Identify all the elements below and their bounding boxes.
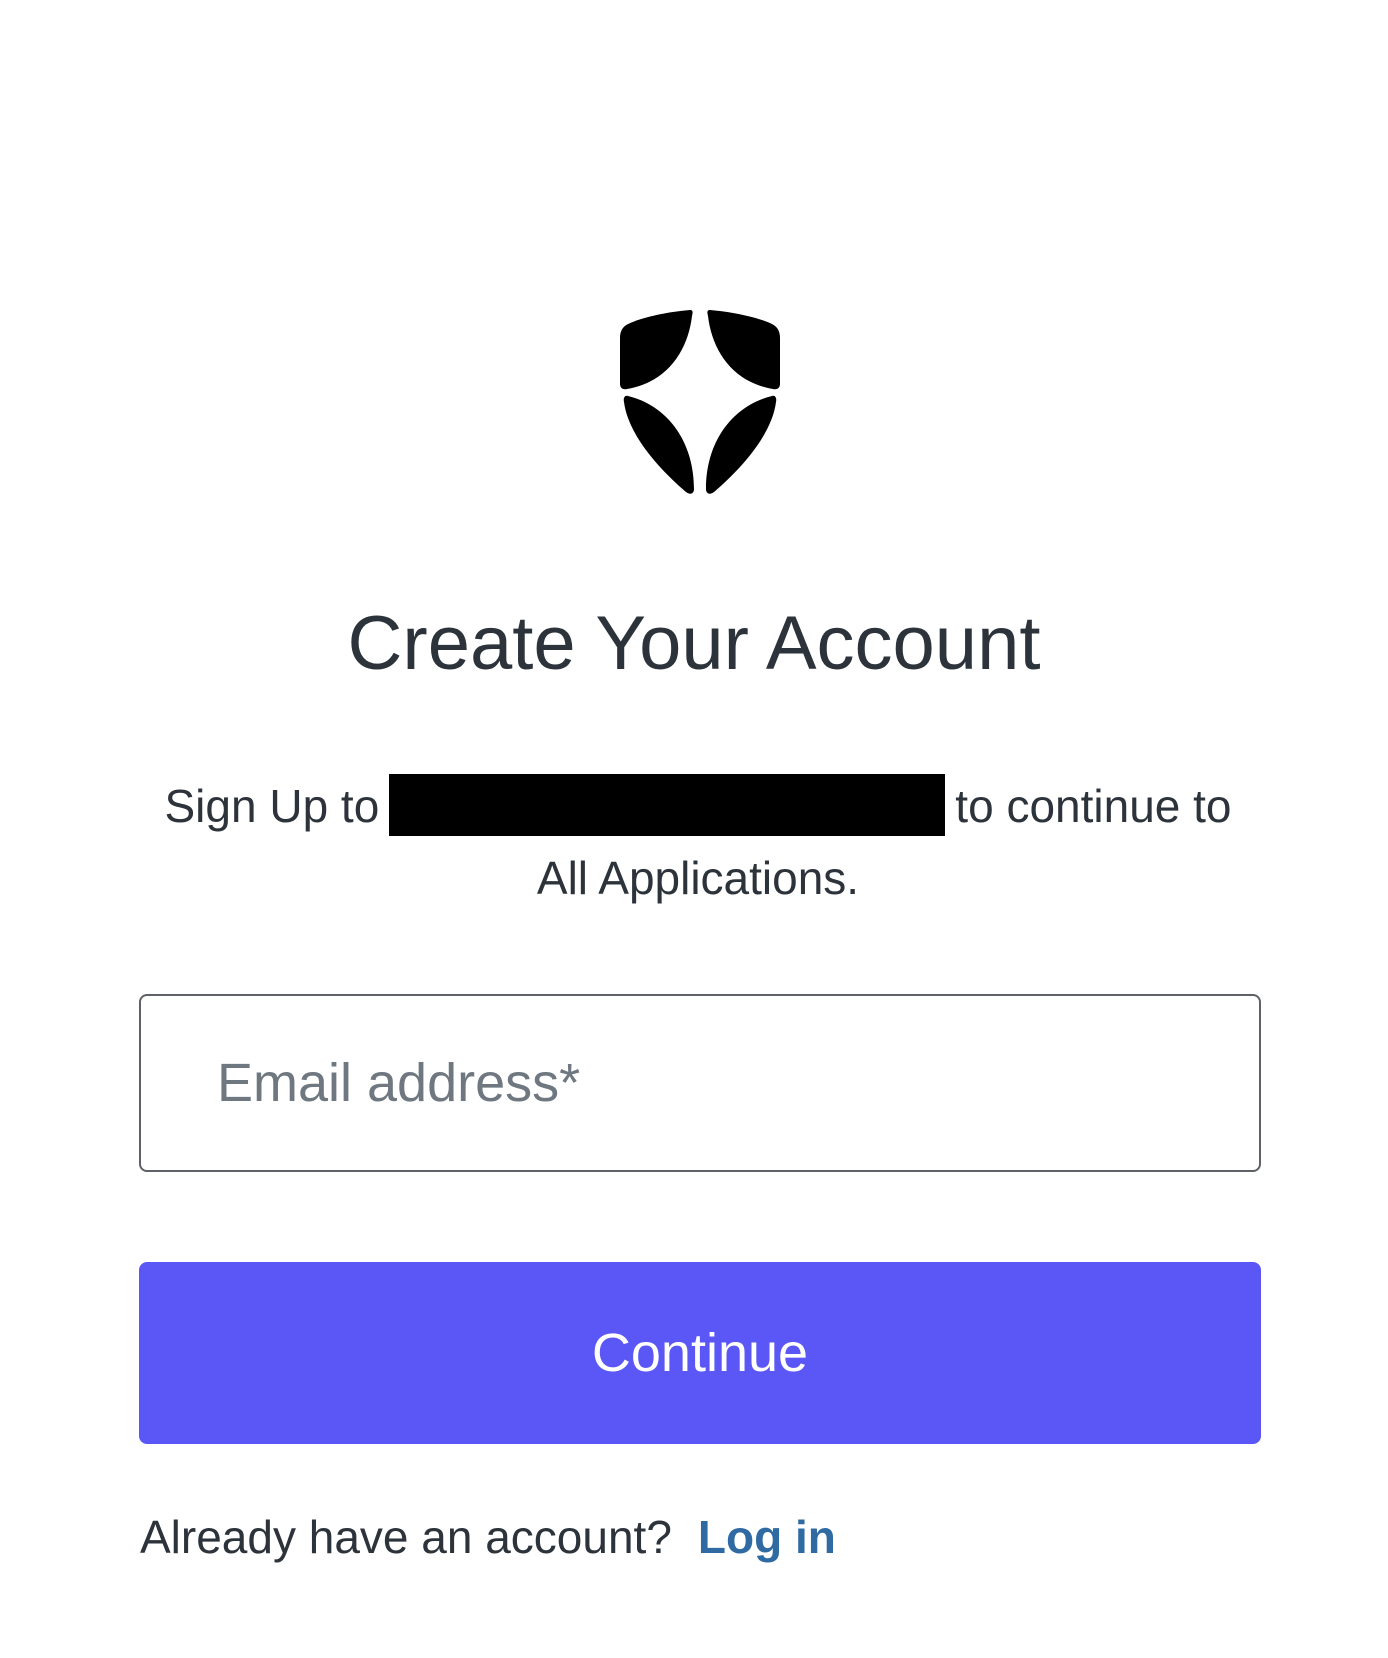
shield-star-icon (620, 310, 780, 494)
login-link[interactable]: Log in (698, 1511, 836, 1563)
subtitle-suffix: to continue to (955, 780, 1232, 832)
login-prompt-text: Already have an account? (140, 1511, 672, 1563)
subtitle-line2: All Applications. (536, 852, 860, 904)
redacted-block (389, 774, 946, 836)
page-subtitle: Sign Up to to continue to All Application… (138, 770, 1258, 914)
login-prompt: Already have an account? Log in (140, 1502, 836, 1572)
email-field[interactable]: Email address* (139, 994, 1261, 1172)
email-field-label: Email address* (217, 1053, 581, 1113)
page-title: Create Your Account (347, 601, 1041, 686)
continue-button[interactable]: Continue (139, 1262, 1261, 1444)
subtitle-prefix: Sign Up to (164, 780, 380, 832)
